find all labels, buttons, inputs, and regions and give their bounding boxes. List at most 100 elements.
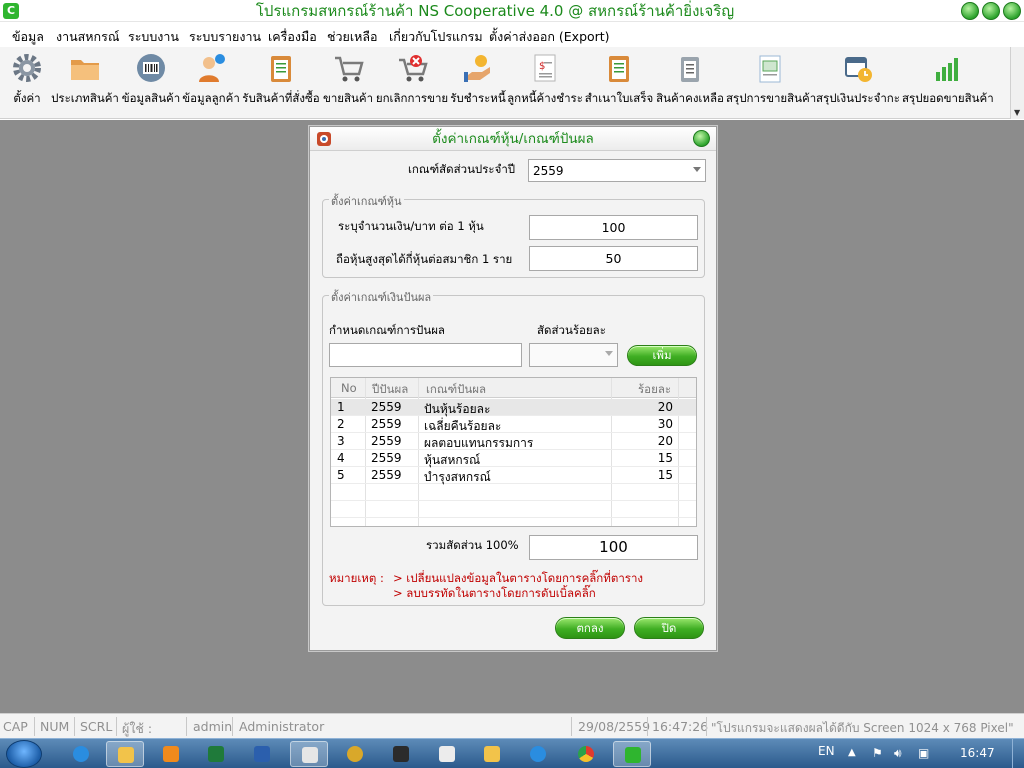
tool-stock-balance[interactable]: สินค้าคงเหลือ [655, 50, 725, 116]
cell-no: 2 [337, 417, 345, 431]
tool-receipt-copy[interactable]: สำเนาใบเสร็จ [584, 50, 654, 116]
dialog-titlebar: ตั้งค่าเกณฑ์หุ้น/เกณฑ์ปันผล [310, 127, 716, 151]
tray-expand-icon[interactable]: ▲ [848, 747, 856, 758]
column-header-year[interactable]: ปีปันผล [372, 381, 408, 399]
dividend-criteria-label: กำหนดเกณฑ์การปันผล [329, 323, 445, 337]
menu-export-settings[interactable]: ตั้งค่าส่งออก (Export) [489, 27, 610, 47]
status-divider [571, 717, 572, 736]
dividend-criteria-input[interactable] [329, 343, 522, 367]
ns-cooperative-icon [625, 747, 641, 763]
menu-system[interactable]: ระบบงาน [128, 27, 179, 47]
status-divider [186, 717, 187, 736]
tool-customer-data[interactable]: ข้อมูลลูกค้า [182, 50, 240, 116]
cell-year: 2559 [371, 451, 402, 465]
taskbar-word[interactable] [243, 741, 281, 767]
tool-receive-orders[interactable]: รับสินค้าที่สั่งซื้อ [241, 50, 321, 116]
close-button[interactable] [1003, 2, 1021, 20]
media-player-icon [163, 746, 179, 762]
tool-product-data[interactable]: ข้อมูลสินค้า [121, 50, 181, 116]
volume-icon[interactable]: 🔊︎ [894, 746, 902, 761]
taskbar-network-app[interactable] [519, 741, 557, 767]
status-divider [706, 717, 707, 736]
table-row[interactable]: 1 2559 ปันหุ้นร้อยละ 20 [331, 399, 696, 416]
menu-reports[interactable]: ระบบรายงาน [189, 27, 261, 47]
action-center-icon[interactable]: ⚑ [872, 746, 883, 760]
status-user-name: Administrator [239, 719, 325, 734]
max-shares-input[interactable]: 50 [529, 246, 698, 271]
status-date: 29/08/2559 [578, 719, 651, 734]
chevron-down-icon [605, 351, 613, 356]
taskbar-internet-explorer[interactable] [62, 741, 100, 767]
dialog-close-button[interactable] [693, 130, 710, 147]
tool-receive-payment[interactable]: รับชำระหนี้ [450, 50, 506, 116]
table-row[interactable]: 2 2559 เฉลี่ยคืนร้อยละ 30 [331, 416, 696, 433]
taskbar-camera-app[interactable] [382, 741, 420, 767]
excel-icon [208, 746, 224, 762]
window-title: โปรแกรมสหกรณ์ร้านค้า NS Cooperative 4.0 … [255, 2, 735, 20]
menu-about[interactable]: เกี่ยวกับโปรแกรม [389, 27, 483, 47]
show-desktop-button[interactable] [1012, 739, 1024, 768]
tool-product-category[interactable]: ประเภทสินค้า [50, 50, 120, 116]
tool-debtors[interactable]: $ ลูกหนี้ค้างชำระ [507, 50, 583, 116]
menu-data[interactable]: ข้อมูล [12, 27, 44, 47]
taskbar-key-app[interactable] [336, 741, 374, 767]
maximize-button[interactable] [982, 2, 1000, 20]
status-num: NUM [40, 719, 70, 734]
receipt-copy-icon [609, 56, 629, 82]
ok-button[interactable]: ตกลง [555, 617, 625, 639]
cart-icon [335, 56, 364, 82]
dividend-table[interactable]: No ปีปันผล เกณฑ์ปันผล ร้อยละ 1 2559 ปันห… [330, 377, 697, 527]
table-row[interactable]: 5 2559 บำรุงสหกรณ์ 15 [331, 467, 696, 484]
table-row-empty [331, 501, 696, 518]
percent-select[interactable] [529, 343, 618, 367]
table-row[interactable]: 3 2559 ผลตอบแทนกรรมการ 20 [331, 433, 696, 450]
cell-percent: 20 [657, 434, 673, 448]
language-indicator[interactable]: EN [818, 744, 835, 758]
column-header-percent[interactable]: ร้อยละ [638, 381, 671, 399]
taskbar-media-player[interactable] [152, 741, 190, 767]
share-price-input[interactable]: 100 [529, 215, 698, 240]
column-header-criteria[interactable]: เกณฑ์ปันผล [426, 381, 486, 399]
tool-sales-summary[interactable]: สรุปการขายสินค้า [726, 50, 817, 116]
tool-label: ขายสินค้า [322, 91, 374, 105]
total-label: รวมสัดส่วน 100% [426, 538, 519, 552]
tool-label: สรุปการขายสินค้า [726, 91, 817, 105]
taskbar-notepad[interactable] [428, 741, 466, 767]
tool-sales-total[interactable]: สรุปยอดขายสินค้า [902, 50, 994, 116]
barcode-scanner-icon [137, 54, 165, 82]
paint-icon [302, 747, 318, 763]
tool-sell-products[interactable]: ขายสินค้า [322, 50, 374, 116]
close-dialog-button[interactable]: ปิด [634, 617, 704, 639]
tool-shift-summary[interactable]: สรุปเงินประจำกะ [815, 50, 901, 116]
taskbar-chrome[interactable] [567, 741, 605, 767]
network-tray-icon[interactable]: ▣ [918, 746, 929, 760]
menu-help[interactable]: ช่วยเหลือ [327, 27, 378, 47]
minimize-button[interactable] [961, 2, 979, 20]
taskbar-ns-cooperative[interactable] [613, 741, 651, 767]
dividend-group-title: ตั้งค่าเกณฑ์เงินปันผล [329, 288, 434, 306]
cell-no: 1 [337, 400, 345, 414]
taskbar-clock[interactable]: 16:47 [960, 746, 995, 760]
add-button[interactable]: เพิ่ม [627, 345, 697, 366]
tool-settings[interactable]: ตั้งค่า [6, 50, 48, 116]
menu-bar: ข้อมูล งานสหกรณ์ ระบบงาน ระบบรายงาน เครื… [0, 23, 1024, 47]
status-divider [34, 717, 35, 736]
dialog-title: ตั้งค่าเกณฑ์หุ้น/เกณฑ์ปันผล [432, 131, 594, 147]
taskbar-folder[interactable] [473, 741, 511, 767]
chrome-icon [578, 746, 594, 762]
taskbar-excel[interactable] [197, 741, 235, 767]
year-select[interactable]: 2559 [528, 159, 706, 182]
taskbar-paint[interactable] [290, 741, 328, 767]
start-button[interactable] [6, 740, 42, 768]
taskbar-file-explorer[interactable] [106, 741, 144, 767]
menu-tools[interactable]: เครื่องมือ [268, 27, 317, 47]
menu-cooperative[interactable]: งานสหกรณ์ [56, 27, 119, 47]
cell-percent: 15 [657, 451, 673, 465]
tool-label: สินค้าคงเหลือ [656, 91, 724, 105]
tool-cancel-sale[interactable]: ยกเลิกการขาย [375, 50, 449, 116]
camera-icon [393, 746, 409, 762]
column-header-no[interactable]: No [341, 381, 357, 395]
table-row[interactable]: 4 2559 หุ้นสหกรณ์ 15 [331, 450, 696, 467]
note-delete-hint: > ลบบรรทัดในตารางโดยการดับเบิ้ลคลิ๊ก [393, 586, 596, 600]
toolbar-scroll[interactable]: ▼ [1010, 47, 1024, 119]
